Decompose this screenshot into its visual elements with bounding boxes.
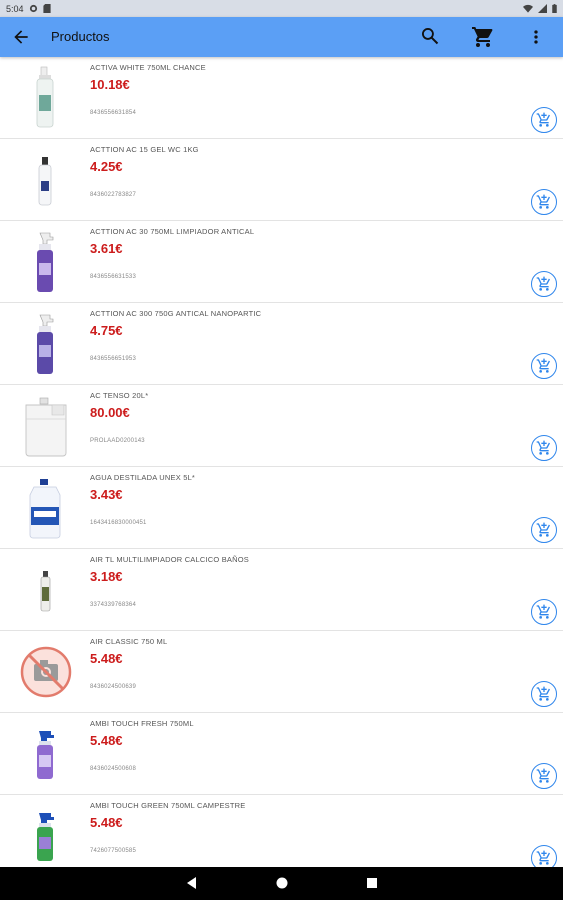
- add-to-cart-icon: [536, 850, 550, 865]
- add-to-cart-button[interactable]: [531, 763, 557, 789]
- product-list: ACTIVA WHITE 750ML CHANCE 10.18€ 8436556…: [0, 57, 563, 867]
- add-to-cart-icon: [536, 358, 550, 373]
- product-item[interactable]: AGUA DESTILADA UNEX 5L* 3.43€ 1643416830…: [0, 467, 563, 549]
- product-image: [37, 314, 54, 374]
- product-price: 5.48€: [90, 651, 123, 666]
- add-to-cart-icon: [536, 768, 550, 783]
- system-nav-bar: [0, 867, 563, 900]
- sd-card-icon: [42, 4, 51, 13]
- product-image: [25, 397, 67, 457]
- product-code: PROLAAD0200143: [90, 438, 145, 444]
- product-image: [29, 479, 61, 539]
- add-to-cart-button[interactable]: [531, 271, 557, 297]
- product-price: 3.61€: [90, 241, 123, 256]
- product-item[interactable]: AIR TL MULTILIMPIADOR CALCICO BAÑOS 3.18…: [0, 549, 563, 631]
- signal-icon: [538, 4, 547, 13]
- product-price: 80.00€: [90, 405, 130, 420]
- add-to-cart-icon: [536, 686, 550, 701]
- add-to-cart-icon: [536, 112, 550, 127]
- product-item[interactable]: AMBI TOUCH GREEN 750ML CAMPESTRE 5.48€ 7…: [0, 795, 563, 867]
- sync-icon: [29, 4, 37, 13]
- product-code: 8436556631533: [90, 274, 136, 280]
- product-code: 7426077500585: [90, 848, 136, 854]
- product-name: AIR CLASSIC 750 ML: [90, 637, 168, 646]
- product-image: [40, 571, 51, 612]
- product-item[interactable]: ACTTION AC 30 750ML LIMPIADOR ANTICAL 3.…: [0, 221, 563, 303]
- product-price: 3.43€: [90, 487, 123, 502]
- product-name: ACTIVA WHITE 750ML CHANCE: [90, 63, 206, 72]
- product-image: [38, 157, 52, 206]
- product-code: 1643416830000451: [90, 520, 147, 526]
- product-image: [37, 232, 54, 292]
- product-code: 8436024500608: [90, 766, 136, 772]
- add-to-cart-button[interactable]: [531, 517, 557, 543]
- product-image: [36, 66, 54, 128]
- add-to-cart-button[interactable]: [531, 599, 557, 625]
- search-icon[interactable]: [420, 26, 440, 46]
- product-name: AGUA DESTILADA UNEX 5L*: [90, 473, 196, 482]
- back-arrow-icon[interactable]: [11, 27, 31, 47]
- add-to-cart-button[interactable]: [531, 353, 557, 379]
- product-price: 4.25€: [90, 159, 123, 174]
- app-bar: Productos: [0, 17, 563, 57]
- add-to-cart-button[interactable]: [531, 107, 557, 133]
- add-to-cart-button[interactable]: [531, 189, 557, 215]
- add-to-cart-icon: [536, 522, 550, 537]
- add-to-cart-button[interactable]: [531, 845, 557, 867]
- product-code: 8436022783827: [90, 192, 136, 198]
- no-image-camera-icon: [20, 646, 72, 698]
- product-image: [37, 813, 54, 861]
- product-price: 5.48€: [90, 815, 123, 830]
- product-price: 3.18€: [90, 569, 123, 584]
- add-to-cart-icon: [536, 440, 550, 455]
- add-to-cart-icon: [536, 194, 550, 209]
- product-name: ACTTION AC 15 GEL WC 1KG: [90, 145, 199, 154]
- product-code: 8436556631854: [90, 110, 136, 116]
- add-to-cart-button[interactable]: [531, 435, 557, 461]
- product-price: 10.18€: [90, 77, 130, 92]
- product-name: ACTTION AC 300 750G ANTICAL NANOPARTIC: [90, 309, 262, 318]
- product-item[interactable]: AIR CLASSIC 750 ML 5.48€ 8436024500639: [0, 631, 563, 713]
- product-item[interactable]: ACTTION AC 300 750G ANTICAL NANOPARTIC 4…: [0, 303, 563, 385]
- add-to-cart-icon: [536, 276, 550, 291]
- product-code: 8436024500639: [90, 684, 136, 690]
- product-price: 5.48€: [90, 733, 123, 748]
- product-code: 8436556651953: [90, 356, 136, 362]
- product-name: AMBI TOUCH GREEN 750ML CAMPESTRE: [90, 801, 246, 810]
- product-name: AC TENSO 20L*: [90, 391, 149, 400]
- product-item[interactable]: ACTIVA WHITE 750ML CHANCE 10.18€ 8436556…: [0, 57, 563, 139]
- add-to-cart-icon: [536, 604, 550, 619]
- product-name: ACTTION AC 30 750ML LIMPIADOR ANTICAL: [90, 227, 255, 236]
- product-name: AIR TL MULTILIMPIADOR CALCICO BAÑOS: [90, 555, 249, 564]
- page-title: Productos: [51, 29, 110, 44]
- battery-icon: [552, 4, 557, 13]
- product-image: [37, 731, 54, 779]
- product-price: 4.75€: [90, 323, 123, 338]
- wifi-icon: [523, 4, 533, 13]
- status-time: 5:04: [6, 3, 24, 14]
- cart-icon[interactable]: [471, 25, 495, 49]
- status-bar: 5:04: [0, 0, 563, 17]
- product-item[interactable]: ACTTION AC 15 GEL WC 1KG 4.25€ 843602278…: [0, 139, 563, 221]
- nav-home-icon[interactable]: [275, 876, 289, 890]
- product-item[interactable]: AC TENSO 20L* 80.00€ PROLAAD0200143: [0, 385, 563, 467]
- product-item[interactable]: AMBI TOUCH FRESH 750ML 5.48€ 84360245006…: [0, 713, 563, 795]
- nav-recents-icon[interactable]: [365, 876, 379, 890]
- product-code: 3374339768364: [90, 602, 136, 608]
- product-name: AMBI TOUCH FRESH 750ML: [90, 719, 194, 728]
- nav-back-icon[interactable]: [185, 876, 199, 890]
- more-options-icon[interactable]: [530, 27, 542, 47]
- add-to-cart-button[interactable]: [531, 681, 557, 707]
